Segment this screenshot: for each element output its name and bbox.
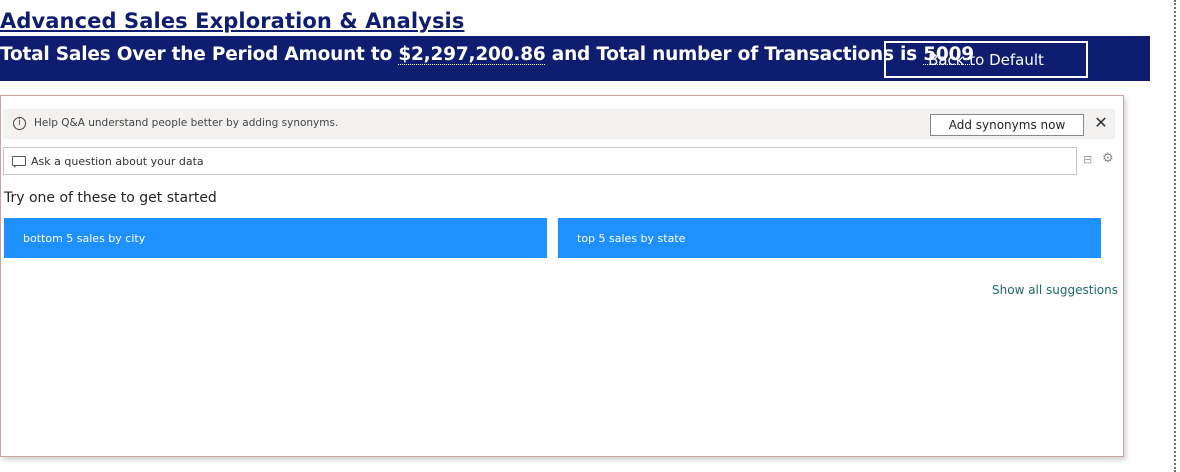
add-synonyms-button[interactable]: Add synonyms now bbox=[930, 114, 1084, 136]
close-icon[interactable]: ✕ bbox=[1093, 115, 1109, 131]
synonyms-info-text: Help Q&A understand people better by add… bbox=[34, 117, 339, 129]
question-box[interactable] bbox=[3, 147, 1077, 175]
suggestion-button[interactable]: bottom 5 sales by city bbox=[4, 218, 547, 258]
total-sales-value: $2,297,200.86 bbox=[398, 44, 546, 65]
question-input[interactable] bbox=[31, 152, 1061, 170]
summary-text: Total Sales Over the Period Amount to $2… bbox=[0, 44, 974, 65]
synonyms-info-bar: i Help Q&A understand people better by a… bbox=[3, 109, 1115, 139]
summary-prefix: Total Sales Over the Period Amount to bbox=[0, 44, 399, 65]
tree-icon[interactable]: ⊟ bbox=[1083, 153, 1092, 166]
chat-icon bbox=[12, 156, 26, 168]
gear-icon[interactable]: ⚙ bbox=[1102, 151, 1114, 166]
summary-middle: and Total number of Transactions is bbox=[545, 44, 924, 65]
page-title: Advanced Sales Exploration & Analysis bbox=[0, 9, 465, 33]
page-dotted-edge bbox=[1174, 0, 1176, 472]
qna-panel: i Help Q&A understand people better by a… bbox=[0, 95, 1124, 457]
back-to-default-button[interactable]: Back to Default bbox=[884, 41, 1088, 78]
suggestion-button[interactable]: top 5 sales by state bbox=[558, 218, 1101, 258]
try-heading: Try one of these to get started bbox=[4, 190, 217, 206]
summary-banner: Total Sales Over the Period Amount to $2… bbox=[0, 36, 1150, 81]
info-icon: i bbox=[13, 117, 26, 130]
show-all-suggestions-link[interactable]: Show all suggestions bbox=[992, 283, 1118, 297]
